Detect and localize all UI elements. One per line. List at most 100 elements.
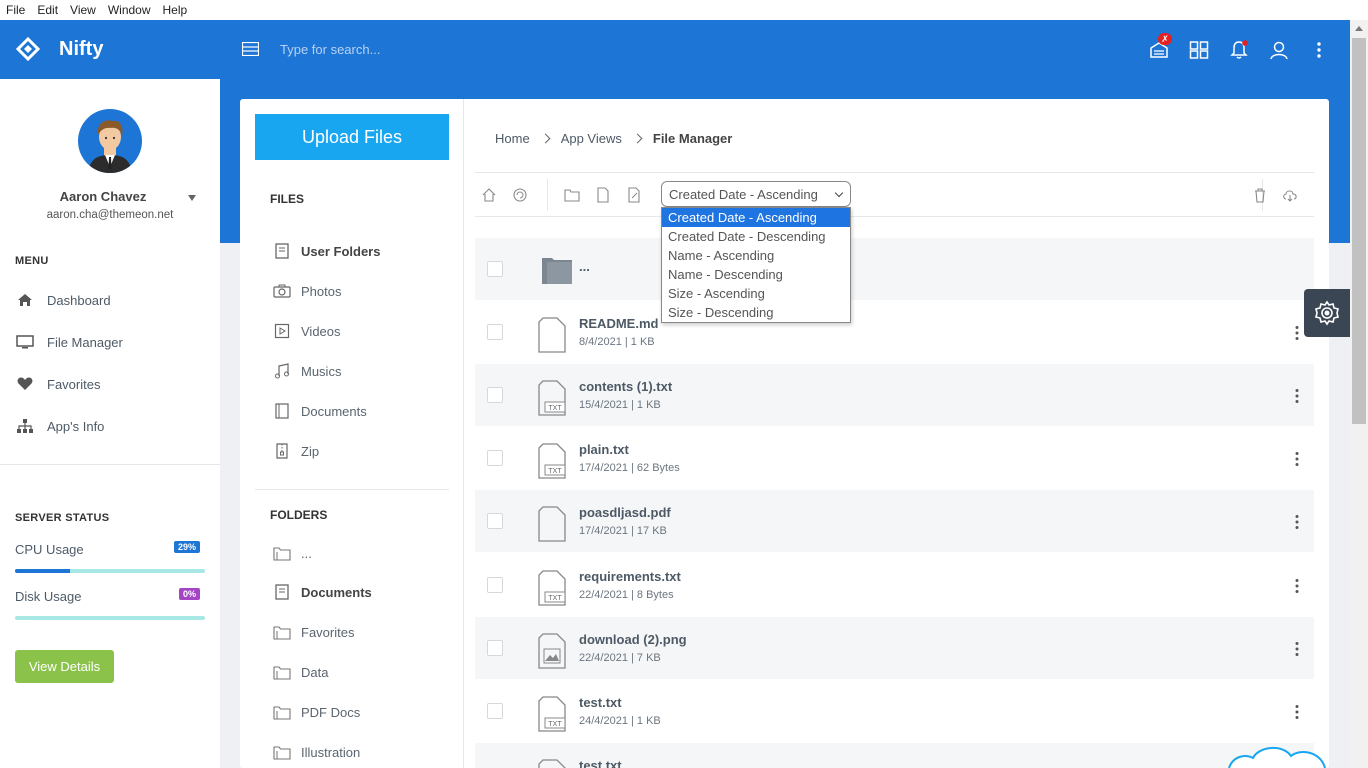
rename-icon[interactable] (626, 187, 642, 203)
files-item-zip[interactable]: Zip (272, 442, 319, 460)
table-row[interactable]: README.md 8/4/2021 | 1 KB (475, 301, 1314, 363)
sidebar-item-apps-info[interactable]: App's Info (15, 418, 104, 434)
bell-icon[interactable] (1229, 40, 1249, 60)
folder-item-data[interactable]: Data (272, 663, 328, 681)
table-row[interactable]: TXT plain.txt 17/4/2021 | 62 Bytes (475, 427, 1314, 489)
sort-option[interactable]: Size - Ascending (662, 284, 850, 303)
row-checkbox[interactable] (487, 261, 503, 277)
folders-title: FOLDERS (270, 508, 328, 522)
table-row[interactable]: ... (475, 238, 1314, 300)
row-checkbox[interactable] (487, 324, 503, 340)
row-name: download (2).png (579, 632, 687, 647)
sidebar-item-label: Dashboard (47, 292, 111, 308)
row-checkbox[interactable] (487, 450, 503, 466)
table-row[interactable]: test.txt (475, 743, 1314, 768)
breadcrumb-app-views[interactable]: App Views (561, 131, 622, 146)
row-meta: 8/4/2021 | 1 KB (579, 336, 655, 348)
txt-file-icon: TXT (538, 570, 566, 606)
page-scrollbar[interactable] (1350, 20, 1368, 768)
grid-apps-icon[interactable] (1189, 40, 1209, 60)
row-checkbox[interactable] (487, 577, 503, 593)
monitor-icon (15, 334, 35, 350)
row-checkbox[interactable] (487, 640, 503, 656)
row-more-icon[interactable] (1291, 325, 1303, 341)
folder-icon (542, 258, 572, 284)
menu-edit[interactable]: Edit (31, 3, 64, 17)
row-name: test.txt (579, 695, 622, 710)
avatar[interactable] (78, 109, 142, 173)
folder-item-pdf-docs[interactable]: PDF Docs (272, 703, 360, 721)
menu-view[interactable]: View (64, 3, 102, 17)
files-pane-divider (255, 489, 449, 490)
table-row[interactable]: poasdljasd.pdf 17/4/2021 | 17 KB (475, 490, 1314, 552)
new-folder-icon[interactable] (564, 187, 580, 203)
user-name[interactable]: Aaron Chavez (0, 189, 206, 204)
cloud-download-icon[interactable] (1282, 187, 1298, 203)
row-more-icon[interactable] (1291, 704, 1303, 720)
row-checkbox[interactable] (487, 703, 503, 719)
sidebar-item-dashboard[interactable]: Dashboard (15, 292, 111, 308)
sort-option[interactable]: Name - Ascending (662, 246, 850, 265)
files-item-documents[interactable]: Documents (272, 402, 367, 420)
nifty-logo-icon (16, 37, 40, 61)
sort-option[interactable]: Size - Descending (662, 303, 850, 322)
upload-files-button[interactable]: Upload Files (255, 114, 449, 160)
view-details-button[interactable]: View Details (15, 650, 114, 683)
scrollbar-thumb[interactable] (1352, 38, 1366, 424)
scroll-up-icon[interactable] (1355, 26, 1363, 31)
sort-option[interactable]: Created Date - Descending (662, 227, 850, 246)
user-menu-caret-icon[interactable] (188, 195, 196, 201)
sidebar-item-file-manager[interactable]: File Manager (15, 334, 123, 350)
breadcrumb-home[interactable]: Home (495, 131, 530, 146)
row-more-icon[interactable] (1291, 451, 1303, 467)
row-name: plain.txt (579, 442, 629, 457)
settings-panel-toggle[interactable] (1304, 289, 1350, 337)
table-row[interactable]: download (2).png 22/4/2021 | 7 KB (475, 617, 1314, 679)
folder-item-illustration[interactable]: Illustration (272, 743, 360, 761)
menu-window[interactable]: Window (102, 3, 157, 17)
row-more-icon[interactable] (1291, 514, 1303, 530)
search-input[interactable] (270, 34, 570, 64)
files-item-label: Musics (301, 363, 342, 379)
folder-open-icon (272, 583, 292, 601)
menu-title: MENU (15, 255, 49, 267)
row-more-icon[interactable] (1291, 388, 1303, 404)
mail-notification-icon[interactable]: ✗ (1149, 33, 1172, 60)
user-icon[interactable] (1269, 40, 1289, 60)
row-meta: 15/4/2021 | 1 KB (579, 399, 661, 411)
files-item-photos[interactable]: Photos (272, 282, 341, 300)
folder-item-favorites[interactable]: Favorites (272, 623, 354, 641)
menu-help[interactable]: Help (157, 3, 194, 17)
row-checkbox[interactable] (487, 513, 503, 529)
sort-option[interactable]: Created Date - Ascending (662, 208, 850, 227)
menu-toggle-icon[interactable] (242, 42, 259, 56)
folder-item-parent[interactable]: ... (272, 544, 312, 562)
table-row[interactable]: TXT contents (1).txt 15/4/2021 | 1 KB (475, 364, 1314, 426)
home-icon[interactable] (481, 187, 497, 203)
camera-icon (272, 282, 292, 300)
files-item-musics[interactable]: Musics (272, 362, 341, 380)
sidebar-item-favorites[interactable]: Favorites (15, 376, 100, 392)
more-vertical-icon[interactable] (1309, 40, 1329, 60)
sort-select[interactable]: Created Date - Ascending (661, 181, 851, 207)
txt-file-icon (538, 759, 566, 768)
table-row[interactable]: TXT test.txt 24/4/2021 | 1 KB (475, 680, 1314, 742)
sort-option[interactable]: Name - Descending (662, 265, 850, 284)
row-checkbox[interactable] (487, 387, 503, 403)
user-email: aaron.cha@themeon.net (46, 209, 174, 221)
delete-icon[interactable] (1252, 187, 1268, 203)
brand[interactable]: Nifty (16, 37, 103, 61)
files-item-user-folders[interactable]: User Folders (272, 242, 380, 260)
row-more-icon[interactable] (1291, 641, 1303, 657)
refresh-icon[interactable] (512, 187, 528, 203)
heart-icon (15, 376, 35, 392)
row-more-icon[interactable] (1291, 578, 1303, 594)
files-item-label: Documents (301, 403, 367, 419)
folder-item-documents[interactable]: Documents (272, 583, 372, 601)
new-file-icon[interactable] (595, 187, 611, 203)
row-name: test.txt (579, 758, 622, 768)
menu-file[interactable]: File (0, 3, 31, 17)
table-row[interactable]: TXT requirements.txt 22/4/2021 | 8 Bytes (475, 554, 1314, 616)
files-item-videos[interactable]: Videos (272, 322, 341, 340)
server-status-title: SERVER STATUS (15, 512, 110, 524)
